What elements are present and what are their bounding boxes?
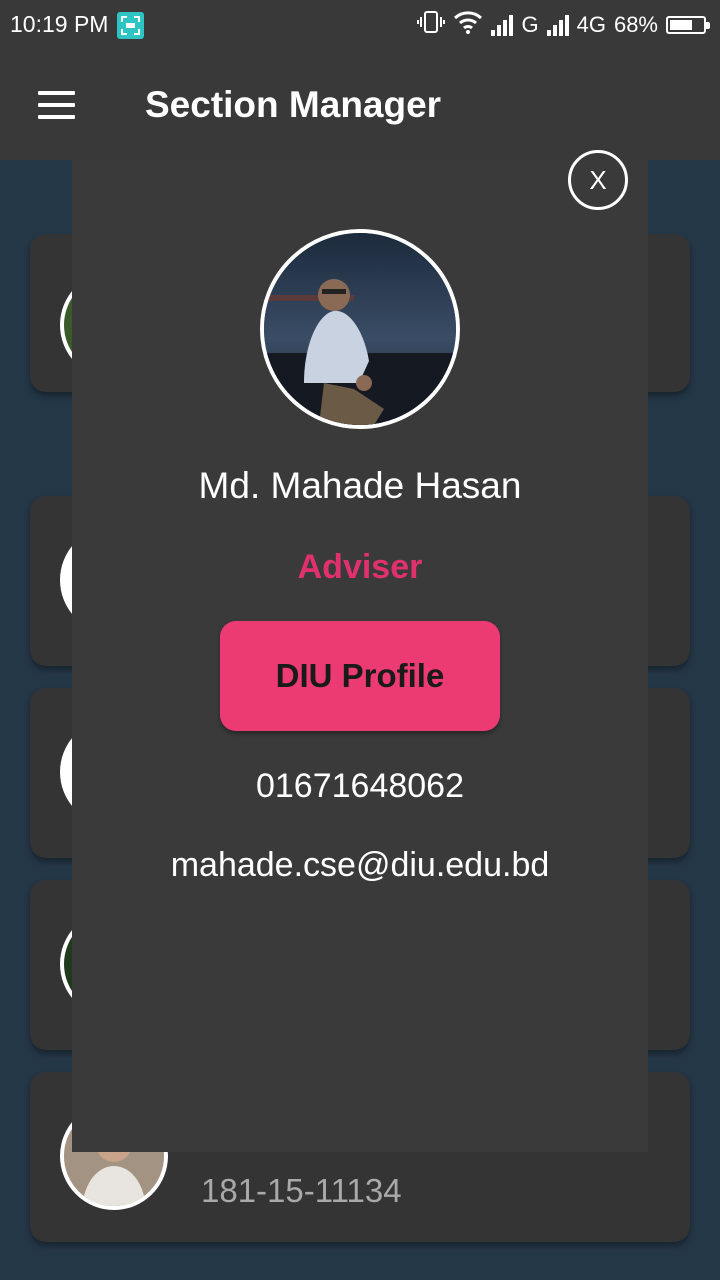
email-address[interactable]: mahade.cse@diu.edu.bd: [72, 846, 648, 885]
signal-icon-2: [546, 14, 569, 36]
wifi-icon: [453, 10, 483, 40]
screenshot-icon: [117, 12, 144, 39]
profile-photo: [260, 229, 460, 429]
vibrate-icon: [417, 10, 446, 40]
status-bar: 10:19 PM G 4G 68%: [0, 0, 720, 52]
list-item-id: 181-15-11134: [201, 1172, 402, 1209]
battery-icon: [666, 16, 710, 34]
app-bar: Section Manager: [0, 52, 720, 160]
network-type-2: 4G: [576, 12, 606, 37]
page-title: Section Manager: [145, 84, 442, 125]
status-time: 10:19 PM: [10, 11, 109, 37]
signal-icon-1: [491, 14, 514, 36]
battery-percent: 68%: [613, 12, 658, 37]
profile-name: Md. Mahade Hasan: [198, 465, 522, 506]
phone-number[interactable]: 01671648062: [72, 767, 648, 806]
close-button[interactable]: X: [568, 150, 628, 210]
menu-icon[interactable]: [38, 91, 75, 119]
profile-role: Adviser: [297, 548, 423, 586]
profile-dialog: X Md. Mahade Hasan Adviser DIU Profile 0…: [72, 150, 648, 1152]
diu-profile-button[interactable]: DIU Profile: [220, 621, 500, 731]
network-type-1: G: [521, 12, 539, 37]
